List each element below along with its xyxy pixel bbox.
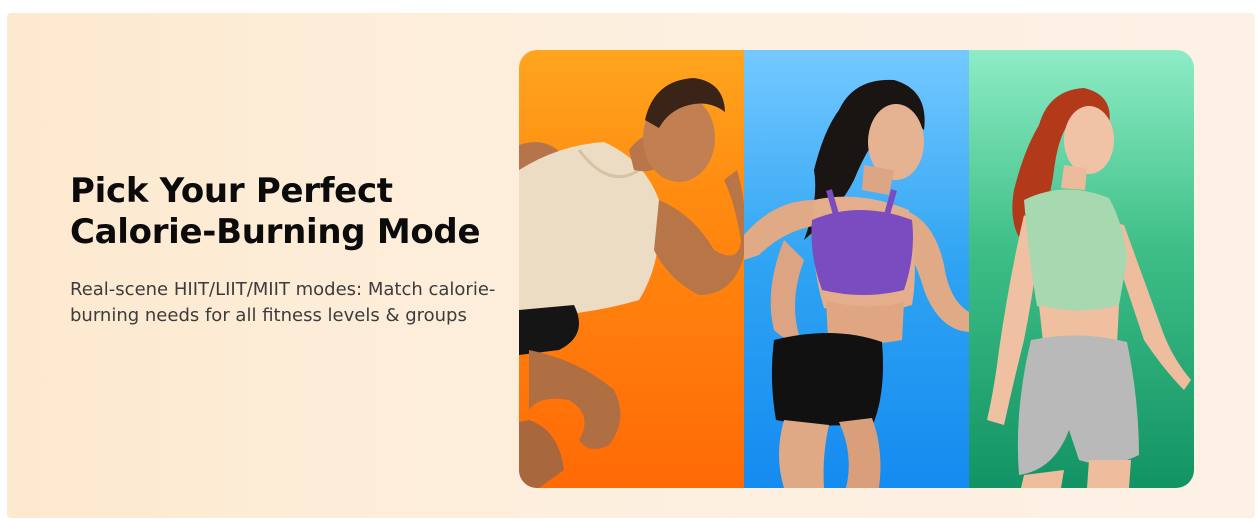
description: Real-scene HIIT/LIIT/MIIT modes: Match c…	[70, 279, 496, 326]
sprinting-man-illustration	[519, 78, 744, 488]
headline-line-1: Pick Your Perfect	[70, 171, 393, 211]
running-woman-illustration	[744, 79, 969, 488]
walking-woman-illustration	[987, 88, 1191, 488]
panel-miit-walker	[969, 50, 1194, 488]
feature-banner: Pick Your Perfect Calorie-Burning Mode R…	[7, 13, 1255, 518]
headline: Pick Your Perfect Calorie-Burning Mode	[70, 171, 510, 253]
banner-copy: Pick Your Perfect Calorie-Burning Mode R…	[70, 171, 510, 329]
headline-line-2: Calorie-Burning Mode	[70, 212, 481, 252]
panel-hiit-runner	[519, 50, 744, 488]
mode-image-collage	[519, 50, 1194, 488]
panel-liit-runner	[744, 50, 969, 488]
